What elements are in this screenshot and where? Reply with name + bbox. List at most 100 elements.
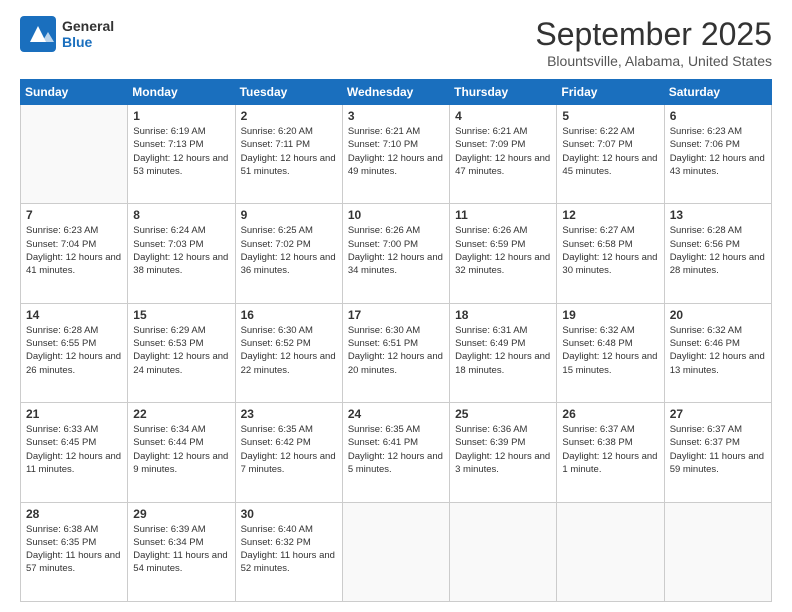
cell-info: Sunrise: 6:35 AMSunset: 6:42 PMDaylight:… bbox=[241, 423, 337, 476]
day-number: 25 bbox=[455, 407, 551, 421]
day-number: 28 bbox=[26, 507, 122, 521]
day-number: 10 bbox=[348, 208, 444, 222]
calendar-cell: 8 Sunrise: 6:24 AMSunset: 7:03 PMDaylight… bbox=[128, 204, 235, 303]
calendar-cell: 22 Sunrise: 6:34 AMSunset: 6:44 PMDayligh… bbox=[128, 403, 235, 502]
calendar-cell: 9 Sunrise: 6:25 AMSunset: 7:02 PMDaylight… bbox=[235, 204, 342, 303]
day-number: 2 bbox=[241, 109, 337, 123]
cell-info: Sunrise: 6:37 AMSunset: 6:37 PMDaylight:… bbox=[670, 423, 766, 476]
calendar-cell bbox=[450, 502, 557, 601]
day-number: 20 bbox=[670, 308, 766, 322]
day-number: 13 bbox=[670, 208, 766, 222]
week-row-1: 1 Sunrise: 6:19 AMSunset: 7:13 PMDaylight… bbox=[21, 105, 772, 204]
location: Blountsville, Alabama, United States bbox=[535, 53, 772, 69]
calendar-cell: 20 Sunrise: 6:32 AMSunset: 6:46 PMDayligh… bbox=[664, 303, 771, 402]
cell-info: Sunrise: 6:22 AMSunset: 7:07 PMDaylight:… bbox=[562, 125, 658, 178]
day-number: 23 bbox=[241, 407, 337, 421]
calendar-cell: 29 Sunrise: 6:39 AMSunset: 6:34 PMDayligh… bbox=[128, 502, 235, 601]
calendar-cell: 5 Sunrise: 6:22 AMSunset: 7:07 PMDaylight… bbox=[557, 105, 664, 204]
cell-info: Sunrise: 6:20 AMSunset: 7:11 PMDaylight:… bbox=[241, 125, 337, 178]
day-number: 6 bbox=[670, 109, 766, 123]
day-number: 14 bbox=[26, 308, 122, 322]
cell-info: Sunrise: 6:31 AMSunset: 6:49 PMDaylight:… bbox=[455, 324, 551, 377]
calendar-cell: 24Sunrise: 6:35 AMSunset: 6:41 PMDayligh… bbox=[342, 403, 449, 502]
weekday-sunday: Sunday bbox=[21, 80, 128, 105]
cell-info: Sunrise: 6:38 AMSunset: 6:35 PMDaylight:… bbox=[26, 523, 122, 576]
calendar-cell: 3 Sunrise: 6:21 AMSunset: 7:10 PMDaylight… bbox=[342, 105, 449, 204]
day-number: 3 bbox=[348, 109, 444, 123]
cell-info: Sunrise: 6:30 AMSunset: 6:52 PMDaylight:… bbox=[241, 324, 337, 377]
logo: General Blue bbox=[20, 16, 114, 52]
calendar-cell: 28 Sunrise: 6:38 AMSunset: 6:35 PMDayligh… bbox=[21, 502, 128, 601]
cell-info: Sunrise: 6:25 AMSunset: 7:02 PMDaylight:… bbox=[241, 224, 337, 277]
day-number: 18 bbox=[455, 308, 551, 322]
week-row-4: 21Sunrise: 6:33 AMSunset: 6:45 PMDayligh… bbox=[21, 403, 772, 502]
calendar-cell: 30Sunrise: 6:40 AMSunset: 6:32 PMDayligh… bbox=[235, 502, 342, 601]
day-number: 15 bbox=[133, 308, 229, 322]
day-number: 5 bbox=[562, 109, 658, 123]
day-number: 1 bbox=[133, 109, 229, 123]
logo-icon bbox=[20, 16, 56, 52]
calendar-cell: 19 Sunrise: 6:32 AMSunset: 6:48 PMDayligh… bbox=[557, 303, 664, 402]
week-row-3: 14 Sunrise: 6:28 AMSunset: 6:55 PMDayligh… bbox=[21, 303, 772, 402]
cell-info: Sunrise: 6:32 AMSunset: 6:46 PMDaylight:… bbox=[670, 324, 766, 377]
day-number: 7 bbox=[26, 208, 122, 222]
week-row-2: 7 Sunrise: 6:23 AMSunset: 7:04 PMDaylight… bbox=[21, 204, 772, 303]
calendar-cell: 12Sunrise: 6:27 AMSunset: 6:58 PMDayligh… bbox=[557, 204, 664, 303]
cell-info: Sunrise: 6:26 AMSunset: 6:59 PMDaylight:… bbox=[455, 224, 551, 277]
calendar-cell bbox=[557, 502, 664, 601]
cell-info: Sunrise: 6:21 AMSunset: 7:09 PMDaylight:… bbox=[455, 125, 551, 178]
day-number: 27 bbox=[670, 407, 766, 421]
calendar-cell: 10 Sunrise: 6:26 AMSunset: 7:00 PMDayligh… bbox=[342, 204, 449, 303]
calendar-cell: 21Sunrise: 6:33 AMSunset: 6:45 PMDayligh… bbox=[21, 403, 128, 502]
calendar-page: General Blue September 2025 Blountsville… bbox=[0, 0, 792, 612]
calendar-cell: 26 Sunrise: 6:37 AMSunset: 6:38 PMDayligh… bbox=[557, 403, 664, 502]
cell-info: Sunrise: 6:24 AMSunset: 7:03 PMDaylight:… bbox=[133, 224, 229, 277]
day-number: 22 bbox=[133, 407, 229, 421]
day-number: 9 bbox=[241, 208, 337, 222]
cell-info: Sunrise: 6:30 AMSunset: 6:51 PMDaylight:… bbox=[348, 324, 444, 377]
calendar-cell bbox=[21, 105, 128, 204]
logo-general: General bbox=[62, 18, 114, 34]
logo-blue: Blue bbox=[62, 34, 114, 50]
calendar-cell: 15 Sunrise: 6:29 AMSunset: 6:53 PMDayligh… bbox=[128, 303, 235, 402]
day-number: 29 bbox=[133, 507, 229, 521]
cell-info: Sunrise: 6:35 AMSunset: 6:41 PMDaylight:… bbox=[348, 423, 444, 476]
cell-info: Sunrise: 6:26 AMSunset: 7:00 PMDaylight:… bbox=[348, 224, 444, 277]
day-number: 26 bbox=[562, 407, 658, 421]
day-number: 17 bbox=[348, 308, 444, 322]
calendar-cell: 7 Sunrise: 6:23 AMSunset: 7:04 PMDaylight… bbox=[21, 204, 128, 303]
cell-info: Sunrise: 6:28 AMSunset: 6:56 PMDaylight:… bbox=[670, 224, 766, 277]
calendar-cell: 4 Sunrise: 6:21 AMSunset: 7:09 PMDaylight… bbox=[450, 105, 557, 204]
day-number: 4 bbox=[455, 109, 551, 123]
cell-info: Sunrise: 6:23 AMSunset: 7:04 PMDaylight:… bbox=[26, 224, 122, 277]
calendar-cell: 11Sunrise: 6:26 AMSunset: 6:59 PMDayligh… bbox=[450, 204, 557, 303]
cell-info: Sunrise: 6:39 AMSunset: 6:34 PMDaylight:… bbox=[133, 523, 229, 576]
cell-info: Sunrise: 6:28 AMSunset: 6:55 PMDaylight:… bbox=[26, 324, 122, 377]
weekday-friday: Friday bbox=[557, 80, 664, 105]
cell-info: Sunrise: 6:29 AMSunset: 6:53 PMDaylight:… bbox=[133, 324, 229, 377]
calendar-cell: 16Sunrise: 6:30 AMSunset: 6:52 PMDayligh… bbox=[235, 303, 342, 402]
weekday-thursday: Thursday bbox=[450, 80, 557, 105]
cell-info: Sunrise: 6:33 AMSunset: 6:45 PMDaylight:… bbox=[26, 423, 122, 476]
calendar-cell bbox=[342, 502, 449, 601]
cell-info: Sunrise: 6:37 AMSunset: 6:38 PMDaylight:… bbox=[562, 423, 658, 476]
week-row-5: 28 Sunrise: 6:38 AMSunset: 6:35 PMDayligh… bbox=[21, 502, 772, 601]
calendar-cell bbox=[664, 502, 771, 601]
day-number: 19 bbox=[562, 308, 658, 322]
cell-info: Sunrise: 6:34 AMSunset: 6:44 PMDaylight:… bbox=[133, 423, 229, 476]
cell-info: Sunrise: 6:21 AMSunset: 7:10 PMDaylight:… bbox=[348, 125, 444, 178]
calendar-cell: 6Sunrise: 6:23 AMSunset: 7:06 PMDaylight… bbox=[664, 105, 771, 204]
cell-info: Sunrise: 6:27 AMSunset: 6:58 PMDaylight:… bbox=[562, 224, 658, 277]
header: General Blue September 2025 Blountsville… bbox=[20, 16, 772, 69]
day-number: 8 bbox=[133, 208, 229, 222]
weekday-wednesday: Wednesday bbox=[342, 80, 449, 105]
calendar-table: SundayMondayTuesdayWednesdayThursdayFrid… bbox=[20, 79, 772, 602]
cell-info: Sunrise: 6:19 AMSunset: 7:13 PMDaylight:… bbox=[133, 125, 229, 178]
title-area: September 2025 Blountsville, Alabama, Un… bbox=[535, 16, 772, 69]
calendar-cell: 13 Sunrise: 6:28 AMSunset: 6:56 PMDayligh… bbox=[664, 204, 771, 303]
calendar-cell: 14 Sunrise: 6:28 AMSunset: 6:55 PMDayligh… bbox=[21, 303, 128, 402]
calendar-cell: 27 Sunrise: 6:37 AMSunset: 6:37 PMDayligh… bbox=[664, 403, 771, 502]
cell-info: Sunrise: 6:32 AMSunset: 6:48 PMDaylight:… bbox=[562, 324, 658, 377]
calendar-cell: 1 Sunrise: 6:19 AMSunset: 7:13 PMDaylight… bbox=[128, 105, 235, 204]
cell-info: Sunrise: 6:40 AMSunset: 6:32 PMDaylight:… bbox=[241, 523, 337, 576]
